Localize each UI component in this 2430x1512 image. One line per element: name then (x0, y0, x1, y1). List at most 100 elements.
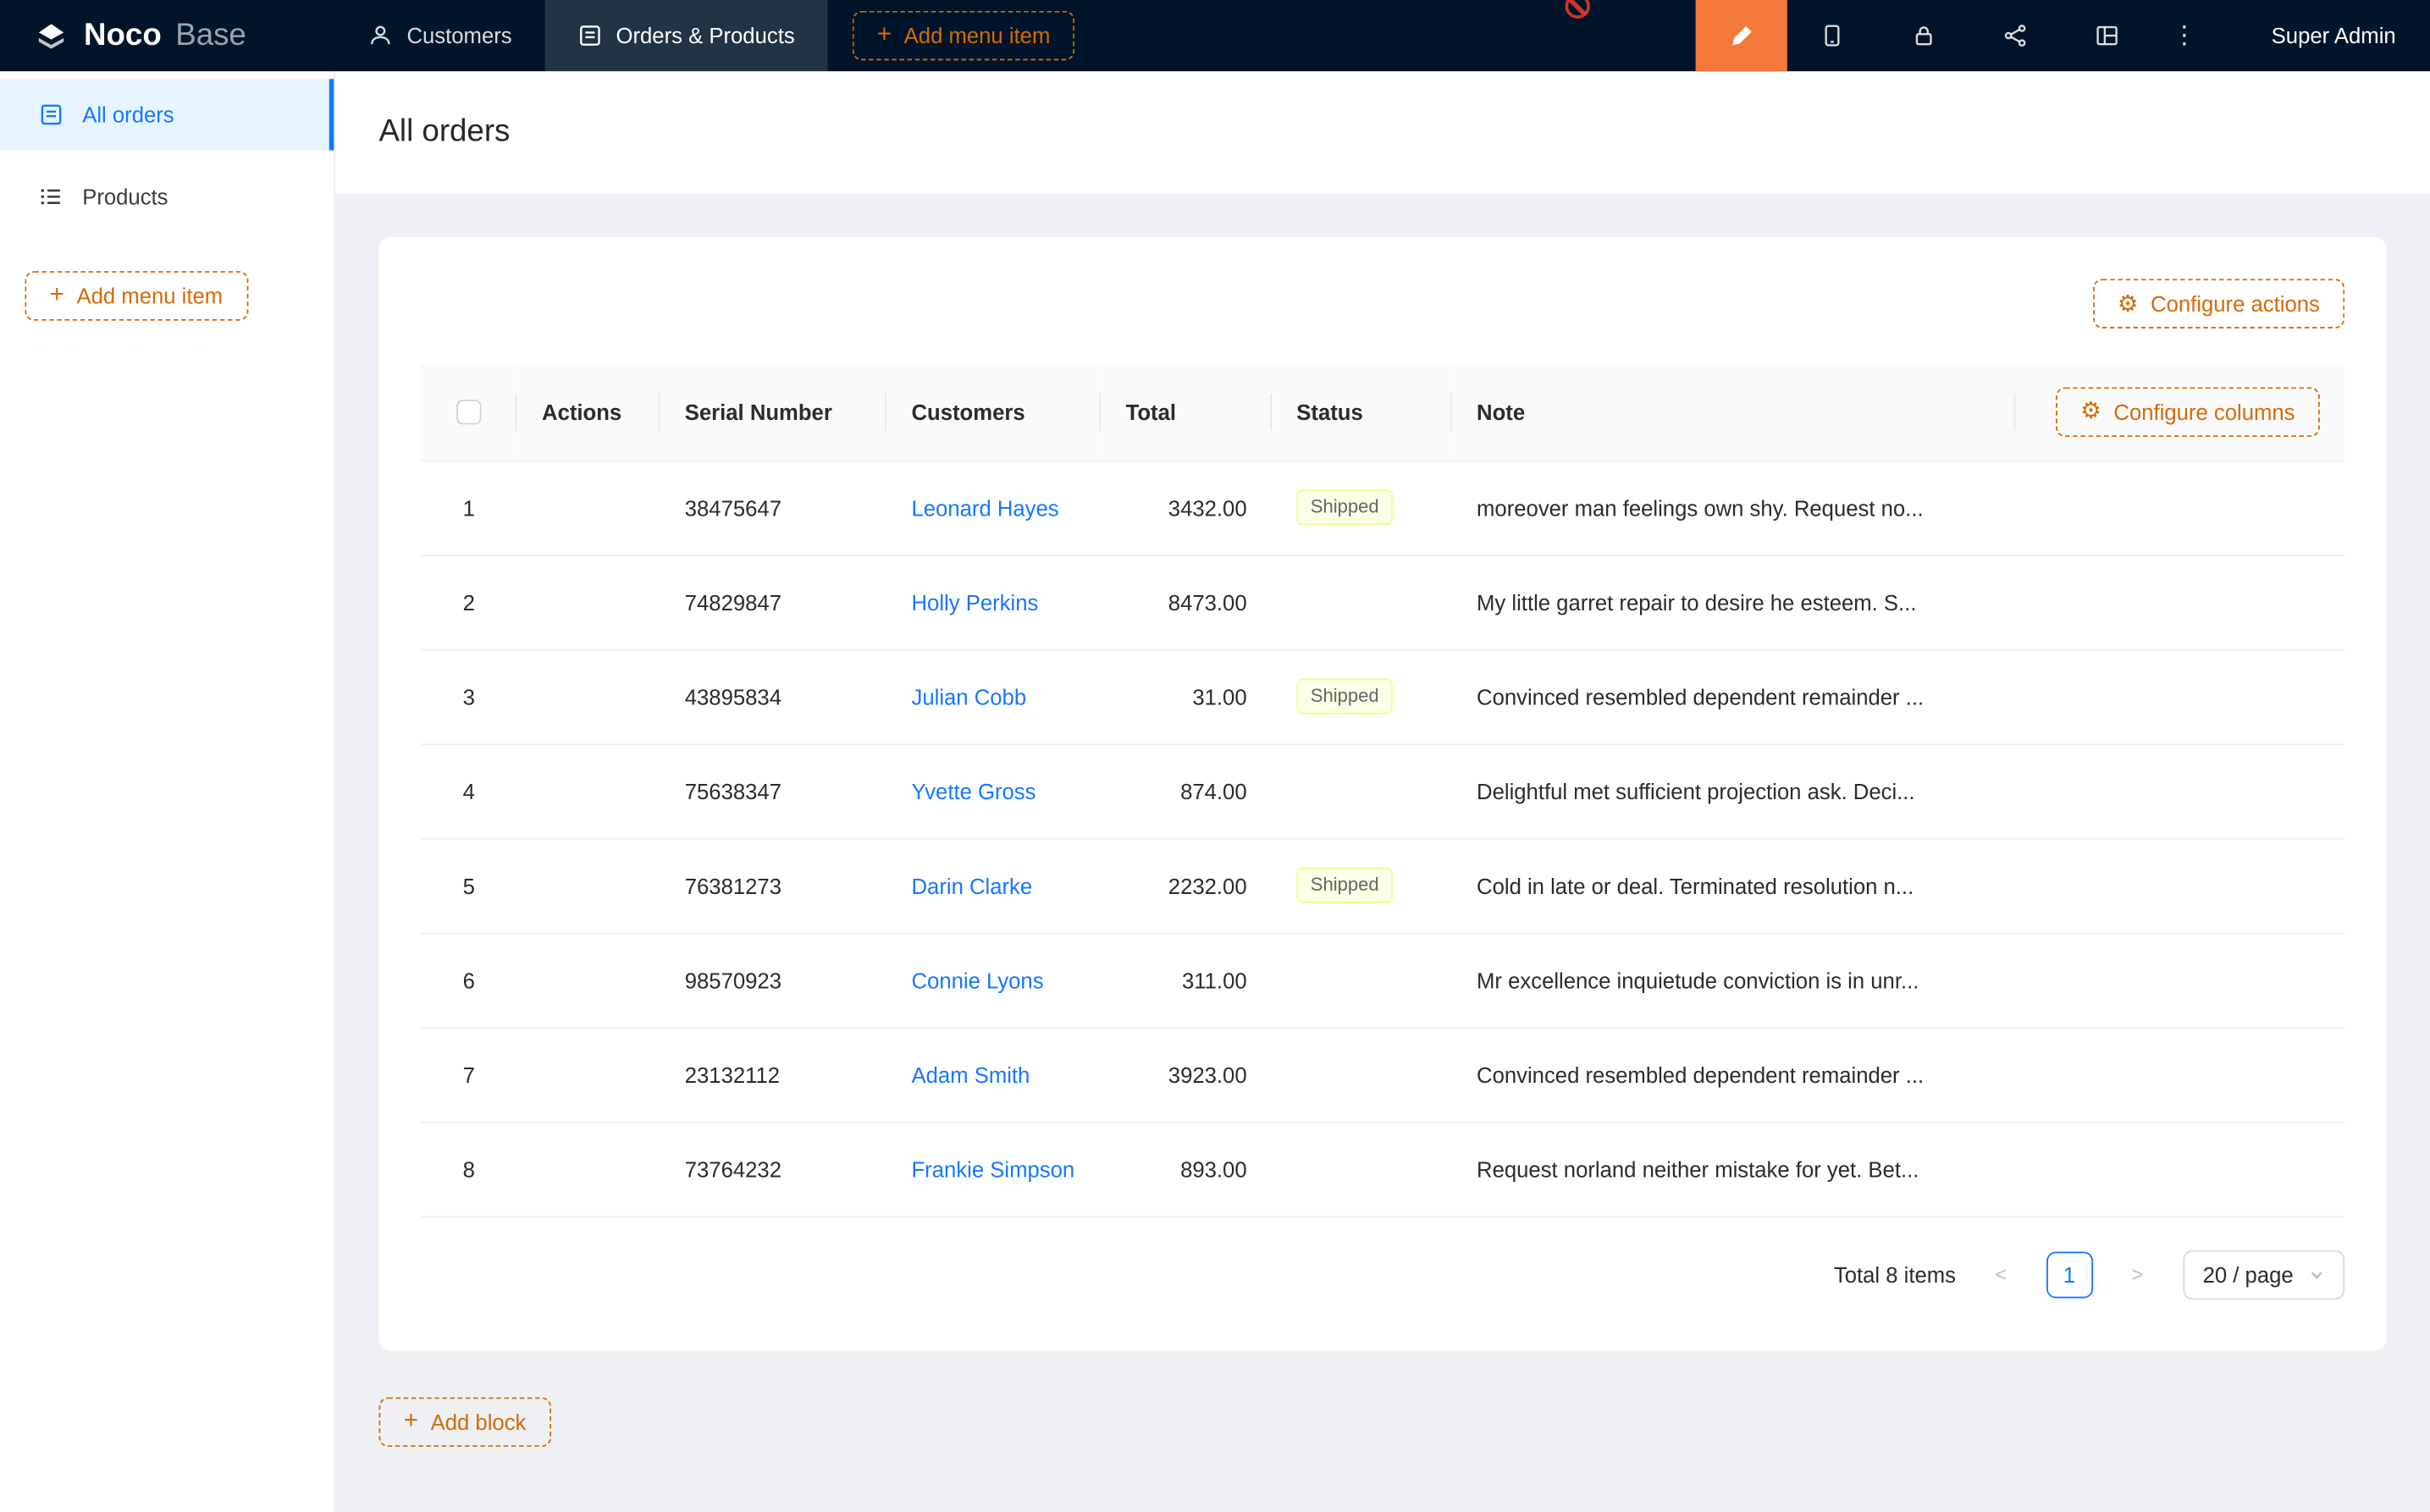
row-configure-cell (2015, 838, 2344, 933)
nav-item-customers[interactable]: Customers (335, 0, 544, 71)
page-content: ⚙ Configure actions Actions Serial Nu (335, 194, 2430, 1512)
mobile-icon (1820, 23, 1845, 47)
serial-number-cell: 43895834 (660, 649, 886, 744)
total-cell: 893.00 (1101, 1122, 1272, 1217)
page-size-value: 20 / page (2203, 1261, 2294, 1286)
configure-actions-label: Configure actions (2151, 291, 2320, 316)
customers-icon (368, 23, 393, 47)
note-cell: Mr excellence inquietude conviction is i… (1452, 933, 2016, 1028)
plus-icon: + (50, 284, 64, 308)
nocobase-logo[interactable]: NocoBase (0, 0, 335, 71)
customer-cell: Connie Lyons (886, 933, 1101, 1028)
column-header-total: Total (1101, 364, 1272, 460)
status-cell (1272, 1122, 1452, 1217)
add-block-label: Add block (431, 1409, 527, 1433)
ellipsis-vertical-icon: ⋮ (2172, 20, 2196, 52)
row-index: 1 (421, 460, 517, 555)
nav-item-orders-products[interactable]: Orders & Products (544, 0, 827, 71)
note-cell: Convinced resembled dependent remainder … (1452, 649, 2016, 744)
row-index: 5 (421, 838, 517, 933)
row-configure-cell (2015, 743, 2344, 838)
row-actions-cell (517, 460, 660, 555)
customer-cell: Frankie Simpson (886, 1122, 1101, 1217)
row-actions-cell (517, 555, 660, 649)
ui-editor-button[interactable] (1695, 0, 1787, 71)
sidebar-item-all-orders[interactable]: All orders (0, 79, 334, 150)
row-configure-cell (2015, 1027, 2344, 1122)
orders-form-icon (577, 23, 602, 47)
customer-cell: Julian Cobb (886, 649, 1101, 744)
status-badge: Shipped (1296, 678, 1393, 714)
customer-link[interactable]: Leonard Hayes (911, 495, 1058, 520)
sidebar-item-label: All orders (82, 102, 174, 127)
pagination-prev-button[interactable]: < (1978, 1251, 2024, 1298)
page-size-select[interactable]: 20 / page (2183, 1250, 2344, 1300)
table-row: 6 98570923 Connie Lyons 311.00 (421, 933, 2344, 1028)
sidebar-item-label: Products (82, 185, 168, 209)
table-row: 8 73764232 Frankie Simpson 893.00 (421, 1122, 2344, 1217)
gear-icon: ⚙ (2080, 400, 2101, 423)
customer-cell: Leonard Hayes (886, 460, 1101, 555)
note-cell: Delightful met sufficient projection ask… (1452, 743, 2016, 838)
api-connections-button[interactable] (1970, 0, 2062, 71)
pagination: Total 8 items < 1 > 20 / page (421, 1250, 2344, 1300)
pagination-page-1[interactable]: 1 (2046, 1251, 2092, 1298)
add-block-button[interactable]: + Add block (378, 1397, 550, 1447)
configure-columns-button[interactable]: ⚙ Configure columns (2056, 387, 2320, 437)
note-cell: Cold in late or deal. Terminated resolut… (1452, 838, 2016, 933)
customer-link[interactable]: Julian Cobb (911, 684, 1026, 709)
note-cell: moreover man feelings own shy. Request n… (1452, 460, 2016, 555)
status-badge: Shipped (1296, 868, 1393, 903)
customer-cell: Yvette Gross (886, 743, 1101, 838)
row-configure-cell (2015, 555, 2344, 649)
sidebar-add-menu-item-button[interactable]: + Add menu item (25, 271, 247, 321)
customer-link[interactable]: Frankie Simpson (911, 1156, 1074, 1181)
lock-icon (1912, 23, 1936, 47)
select-all-checkbox[interactable] (456, 400, 481, 425)
total-cell: 31.00 (1101, 649, 1272, 744)
column-header-note: Note (1452, 364, 2016, 460)
total-cell: 3923.00 (1101, 1027, 1272, 1122)
user-menu[interactable]: Super Admin (2216, 0, 2430, 71)
pagination-total: Total 8 items (1834, 1261, 1956, 1286)
mobile-client-button[interactable] (1787, 0, 1879, 71)
plus-icon: + (877, 23, 892, 47)
status-cell (1272, 743, 1452, 838)
form-icon (39, 102, 64, 127)
column-header-serial-number: Serial Number (660, 364, 886, 460)
layout-icon (2096, 23, 2120, 47)
sidebar-item-products[interactable]: Products (0, 161, 334, 232)
serial-number-cell: 23132112 (660, 1027, 886, 1122)
column-header-configure: ⚙ Configure columns (2015, 364, 2344, 460)
customer-link[interactable]: Yvette Gross (911, 779, 1036, 803)
status-cell (1272, 1027, 1452, 1122)
main-area: All orders ⚙ Configure actions (335, 71, 2430, 1512)
customer-link[interactable]: Darin Clarke (911, 873, 1032, 897)
more-actions-button[interactable]: ⋮ (2153, 0, 2215, 71)
row-actions-cell (517, 933, 660, 1028)
table-row: 3 43895834 Julian Cobb 31.00 Shipped (421, 649, 2344, 744)
pagination-next-button[interactable]: > (2114, 1251, 2161, 1298)
customer-link[interactable]: Adam Smith (911, 1062, 1030, 1086)
table-row: 4 75638347 Yvette Gross 874.00 (421, 743, 2344, 838)
column-header-customers: Customers (886, 364, 1101, 460)
nocobase-logo-icon (33, 17, 70, 54)
note-cell: Convinced resembled dependent remainder … (1452, 1027, 2016, 1122)
table-row: 1 38475647 Leonard Hayes 3432.00 Shipped (421, 460, 2344, 555)
auth-lock-button[interactable] (1879, 0, 1970, 71)
configure-actions-button[interactable]: ⚙ Configure actions (2092, 279, 2344, 328)
column-header-select (421, 364, 517, 460)
customer-link[interactable]: Holly Perkins (911, 589, 1038, 614)
column-header-status: Status (1272, 364, 1452, 460)
navbar-add-menu-item-button[interactable]: + Add menu item (853, 11, 1075, 61)
page-header: All orders (335, 71, 2430, 194)
total-cell: 311.00 (1101, 933, 1272, 1028)
status-cell: Shipped (1272, 460, 1452, 555)
chevron-down-icon (2309, 1266, 2324, 1282)
gear-icon: ⚙ (2118, 292, 2139, 315)
column-header-actions: Actions (517, 364, 660, 460)
plugin-manager-button[interactable] (2062, 0, 2153, 71)
plus-icon: + (404, 1409, 418, 1433)
orders-table: Actions Serial Number Customers Total St… (421, 364, 2344, 1217)
customer-link[interactable]: Connie Lyons (911, 968, 1043, 992)
